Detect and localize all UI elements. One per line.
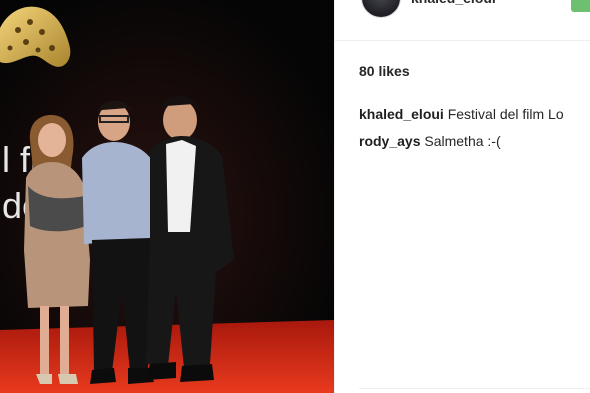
instagram-post-view: l fi de 80 likes khaled_eloui Festival d…	[0, 0, 590, 393]
comment-text: Salmetha :-(	[424, 133, 501, 149]
post-side-panel: khaled_eloui 80 likes khaled_eloui Festi…	[334, 0, 590, 393]
header-username-link[interactable]: khaled_eloui	[411, 0, 496, 6]
caption-username-link[interactable]: khaled_eloui	[359, 106, 444, 122]
post-photo[interactable]: l fi de	[0, 0, 334, 393]
caption-text: Festival del film Lo	[447, 106, 564, 122]
caption: khaled_eloui Festival del film Lo	[359, 106, 564, 122]
follow-button[interactable]	[571, 0, 590, 12]
comment-username-link[interactable]: rody_ays	[359, 133, 420, 149]
actions-divider	[359, 388, 590, 393]
avatar[interactable]	[361, 0, 401, 18]
likes-count[interactable]: 80 likes	[359, 63, 410, 79]
post-header: khaled_eloui	[335, 0, 590, 41]
photo-scene: l fi de	[0, 0, 334, 393]
comment-item: rody_ays Salmetha :-(	[359, 133, 501, 149]
